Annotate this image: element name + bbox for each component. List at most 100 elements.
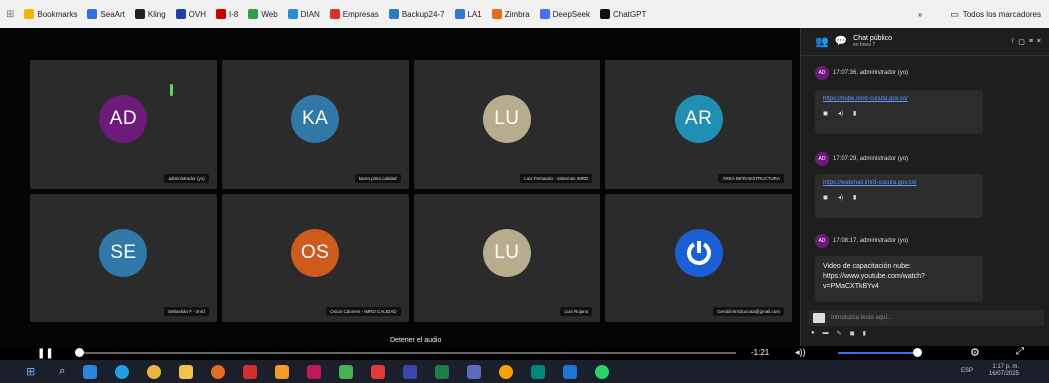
bookmark-item[interactable]: I-8 (216, 9, 238, 19)
more-bookmarks-button[interactable]: » (918, 10, 922, 19)
menu-icon[interactable]: ≡ (1029, 38, 1033, 46)
bookmark-favicon-icon (87, 9, 98, 19)
participant-tile[interactable]: OS Oscar Cáceres - IMRD CALIDAD (221, 193, 409, 322)
photo-app-icon[interactable] (275, 364, 290, 379)
bookmark-label: SeaArt (100, 9, 125, 19)
edge-icon[interactable] (115, 364, 130, 379)
search-icon[interactable]: ⌕ (59, 365, 65, 378)
app-icon[interactable] (403, 364, 418, 379)
gear-icon[interactable]: ⚙ (970, 346, 980, 359)
windows-taskbar: ⊞ ⌕ ESP 1:17 p. m. 16/07/2025 (0, 360, 1049, 383)
bookmark-label: ChatGPT (613, 9, 647, 19)
bookmark-item[interactable]: Web (248, 9, 278, 19)
bookmark-label: LA1 (467, 9, 482, 19)
talking-indicator (170, 84, 173, 96)
participants-icon[interactable]: 👥 (815, 35, 829, 48)
file-icon[interactable]: ◼ (850, 330, 855, 337)
reply-icon[interactable]: ◼ (823, 194, 828, 201)
participant-tile[interactable]: LU Luis Rojano (413, 193, 601, 322)
video-player-bar: ❚❚ -1:21 ◂)) ⚙ ⤢ (0, 346, 1049, 360)
bookmark-item[interactable]: OVH (175, 9, 206, 19)
chat-input[interactable]: Introduzca texto aquí... (809, 310, 1044, 326)
bookmark-item[interactable]: Empresas (329, 9, 379, 19)
app-icon[interactable] (307, 364, 322, 379)
folder-app-icon[interactable] (179, 364, 194, 379)
volume-handle[interactable] (913, 348, 922, 357)
progress-handle[interactable] (74, 348, 84, 357)
pause-icon[interactable]: ❚❚ (37, 348, 54, 359)
participant-tile[interactable]: Gestiónimrdcucuta@gmail.com (605, 193, 792, 322)
delete-icon[interactable]: ▮ (853, 194, 856, 201)
bookmark-item[interactable]: Kling (134, 9, 166, 19)
participant-tile[interactable]: SE Sebastián F - imrd (30, 193, 217, 322)
stop-audio-label[interactable]: Detener el audio (390, 337, 441, 344)
emoji-icon[interactable]: ● (811, 330, 815, 337)
participant-tile[interactable]: AR ÁREA INFRAESTRUCTURA (605, 60, 792, 189)
pdf-icon[interactable] (243, 364, 258, 379)
avatar: KA (291, 95, 340, 144)
avatar: AR (674, 95, 723, 144)
window-icon[interactable]: ▢ (1018, 38, 1025, 46)
audio-icon[interactable]: ◂) (838, 110, 843, 117)
time-remaining: -1:21 (751, 348, 770, 357)
delete-icon[interactable]: ▮ (853, 110, 856, 117)
bookmark-item[interactable]: ChatGPT (600, 9, 646, 19)
bookmark-item[interactable]: Backup24-7 (388, 9, 445, 19)
app-icon[interactable] (563, 364, 578, 379)
bookmark-favicon-icon (329, 9, 340, 19)
fullscreen-icon[interactable]: ⤢ (1016, 346, 1024, 357)
close-icon[interactable]: × (1037, 38, 1041, 46)
participant-tile[interactable]: AD administrador (yo) (30, 60, 217, 189)
bookmark-item[interactable]: DIAN (287, 9, 320, 19)
message-link[interactable]: https://webmail.imrd-cucuta.gov.co/ (823, 180, 917, 186)
windows-start-icon[interactable]: ⊞ (26, 365, 35, 378)
trash-icon[interactable]: ▮ (863, 330, 866, 337)
bookmark-favicon-icon (24, 9, 35, 19)
participant-grid: AD administrador (yo) KA karen.pinto.calida… (30, 60, 792, 322)
participant-name: karen.pinto.calidad (354, 173, 401, 183)
bookmark-item[interactable]: SeaArt (87, 9, 125, 19)
whatsapp-icon[interactable] (595, 364, 610, 379)
format-icon[interactable]: ✎ (837, 330, 842, 337)
bookmark-item[interactable]: Bookmarks (24, 9, 77, 19)
firefox-icon[interactable] (211, 364, 226, 379)
bookmark-label: I-8 (229, 9, 239, 19)
audio-icon[interactable]: ◂) (838, 194, 843, 201)
volume-slider[interactable] (838, 352, 918, 354)
apps-icon[interactable]: ⊞ (6, 9, 14, 20)
bookmark-item[interactable]: DeepSeek (539, 9, 590, 19)
participant-tile[interactable]: KA karen.pinto.calidad (221, 60, 409, 189)
reply-icon[interactable]: ◼ (823, 110, 828, 117)
message-header: AD 17:07:36, administrador (yo) (815, 66, 908, 80)
bookmark-item[interactable]: Zimbra (491, 9, 530, 19)
participant-name: ÁREA INFRAESTRUCTURA (718, 173, 784, 183)
keyboard-icon[interactable]: ▬ (823, 330, 829, 337)
online-count: en línea 7 (853, 42, 876, 48)
app-icon[interactable] (531, 364, 546, 379)
message-meta: 17:07:36, administrador (yo) (833, 70, 909, 76)
participant-tile[interactable]: LU Luis Fernando - Sistemas IMRD (413, 60, 601, 189)
bookmark-favicon-icon (388, 9, 399, 19)
language-indicator[interactable]: ESP (961, 368, 973, 374)
avatar: AD (815, 152, 829, 166)
avatar: LU (482, 228, 531, 277)
bookmark-favicon-icon (491, 9, 502, 19)
bookmark-favicon-icon (454, 9, 465, 19)
app-icon[interactable] (499, 364, 514, 379)
app-icon[interactable] (339, 364, 354, 379)
progress-track[interactable] (76, 352, 736, 354)
app-icon[interactable] (83, 364, 98, 379)
bookmark-item[interactable]: LA1 (454, 9, 482, 19)
chat-icon[interactable]: 💬 (835, 36, 847, 47)
excel-icon[interactable] (435, 364, 450, 379)
volume-icon[interactable]: ◂)) (795, 347, 806, 358)
app-icon[interactable] (371, 364, 386, 379)
chrome-icon[interactable] (147, 364, 162, 379)
all-bookmarks-link[interactable]: Todos los marcadores (963, 10, 1041, 19)
message-link[interactable]: https://nube.imrd-cucuta.gov.co/ (823, 96, 908, 102)
app-icon[interactable] (467, 364, 482, 379)
avatar: AD (99, 95, 148, 144)
system-clock[interactable]: 1:17 p. m. 16/07/2025 (989, 364, 1019, 378)
bookmark-label: DeepSeek (552, 9, 590, 19)
bookmark-favicon-icon (287, 9, 298, 19)
